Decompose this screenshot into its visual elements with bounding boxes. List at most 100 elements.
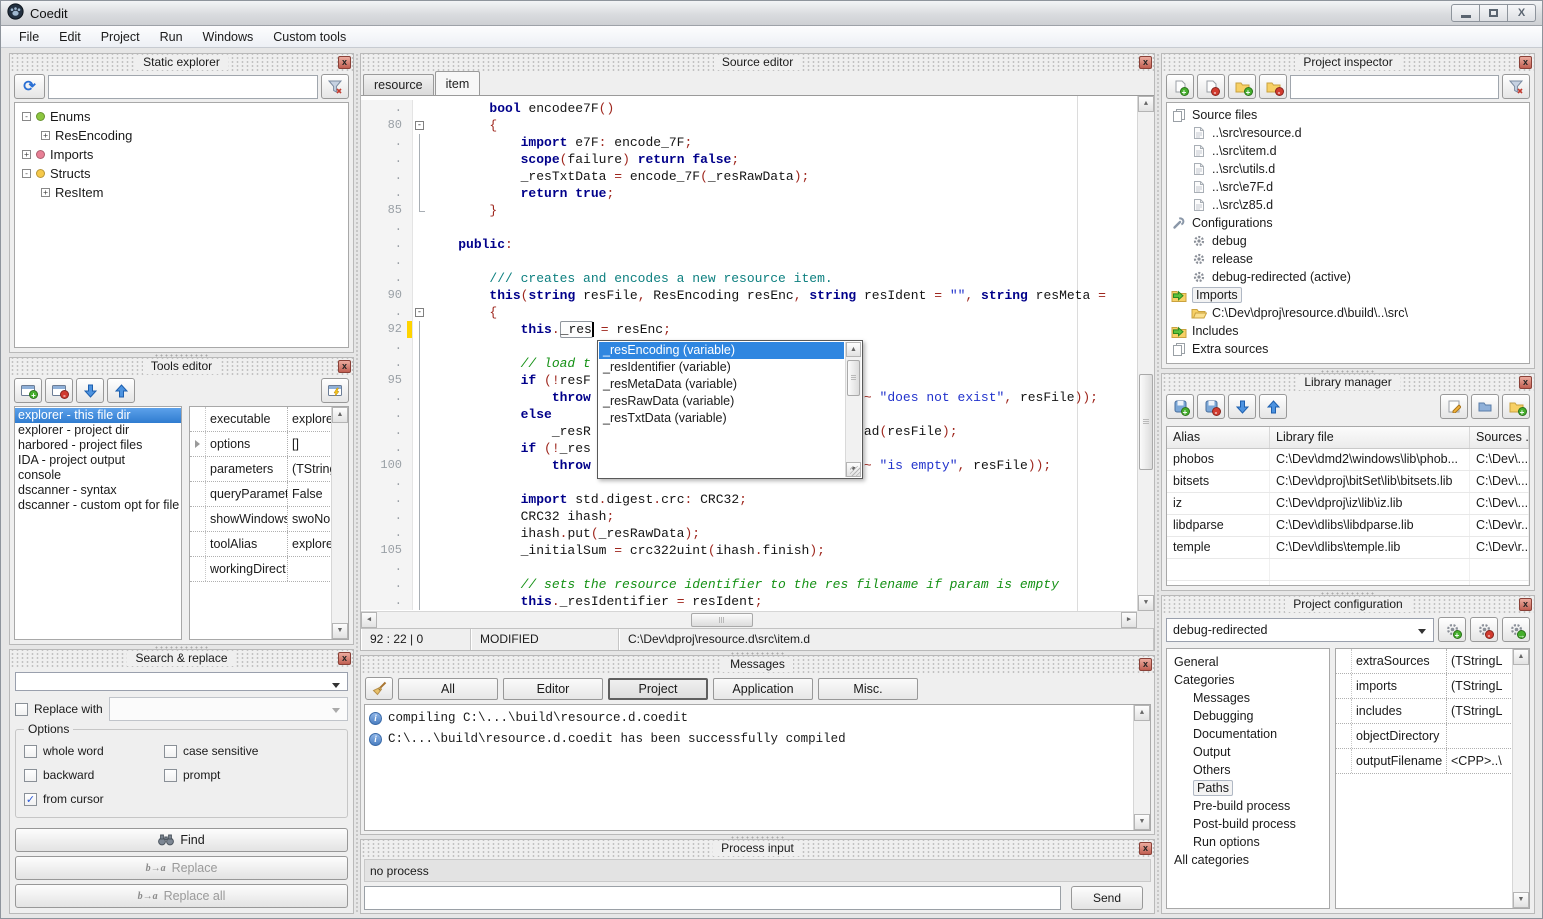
scroll-up-icon[interactable]: ▲ bbox=[1513, 649, 1529, 665]
project-tree-item-debug[interactable]: debug bbox=[1167, 232, 1529, 250]
editor-vertical-scrollbar[interactable]: ▲ ▼ bbox=[1137, 96, 1154, 611]
resize-grip[interactable] bbox=[850, 466, 861, 477]
property-row-extrasources[interactable]: extraSources(TStringL bbox=[1336, 649, 1529, 674]
move-library-down-button[interactable] bbox=[1228, 394, 1256, 419]
tool-item-console[interactable]: console bbox=[15, 468, 181, 483]
whole-word-checkbox[interactable] bbox=[24, 745, 37, 758]
expand-icon[interactable]: + bbox=[41, 131, 50, 140]
scroll-down-icon[interactable]: ▼ bbox=[1513, 892, 1529, 908]
close-panel-icon[interactable]: x bbox=[338, 360, 351, 373]
message-filter-editor[interactable]: Editor bbox=[503, 678, 603, 700]
clear-messages-button[interactable] bbox=[365, 677, 393, 700]
project-tree-item-extra-sources[interactable]: Extra sources bbox=[1167, 340, 1529, 358]
close-panel-icon[interactable]: x bbox=[1519, 376, 1532, 389]
message-row[interactable]: iC:\...\build\resource.d.coedit has been… bbox=[369, 729, 1130, 750]
column-header-sources[interactable]: Sources ... bbox=[1470, 427, 1529, 448]
project-tree-item-src-item-d[interactable]: ..\src\item.d bbox=[1167, 142, 1529, 160]
property-row-objectdirectory[interactable]: objectDirectory bbox=[1336, 724, 1529, 749]
project-tree-item-release[interactable]: release bbox=[1167, 250, 1529, 268]
clear-filter-button[interactable] bbox=[1502, 74, 1530, 99]
property-row-executable[interactable]: executableexplorer bbox=[190, 407, 348, 432]
collapse-icon[interactable]: - bbox=[22, 169, 31, 178]
scrollbar-thumb[interactable] bbox=[847, 360, 860, 396]
category-post-build-process[interactable]: Post-build process bbox=[1167, 815, 1329, 833]
completion-item-residentifier-variable[interactable]: _resIdentifier (variable) bbox=[599, 359, 844, 376]
replace-with-combo[interactable] bbox=[109, 697, 348, 721]
library-row-phobos[interactable]: phobosC:\Dev\dmd2\windows\lib\phob...C:\… bbox=[1167, 449, 1529, 471]
scroll-down-icon[interactable]: ▼ bbox=[1138, 595, 1154, 611]
remove-tool-button[interactable]: - bbox=[45, 378, 73, 403]
menu-item-edit[interactable]: Edit bbox=[49, 27, 91, 47]
messages-scrollbar[interactable]: ▲ ▼ bbox=[1133, 705, 1150, 830]
code-editor[interactable]: . bool encodee7F()80- {. import e7F: enc… bbox=[361, 95, 1154, 628]
category-all-categories[interactable]: All categories bbox=[1167, 851, 1329, 869]
open-library-folder-button[interactable]: + bbox=[1502, 394, 1530, 419]
tool-item-dscanner-custom-opt-for-file[interactable]: dscanner - custom opt for file bbox=[15, 498, 181, 513]
tab-item[interactable]: item bbox=[435, 71, 481, 95]
category-run-options[interactable]: Run options bbox=[1167, 833, 1329, 851]
message-filter-application[interactable]: Application bbox=[713, 678, 813, 700]
clear-filter-button[interactable] bbox=[321, 74, 349, 99]
scrollbar-thumb[interactable] bbox=[691, 613, 753, 627]
close-button[interactable]: X bbox=[1507, 4, 1536, 22]
editor-horizontal-scrollbar[interactable]: ◀ ▶ bbox=[361, 611, 1137, 628]
property-row-includes[interactable]: includes(TStringL bbox=[1336, 699, 1529, 724]
properties-scrollbar[interactable]: ▲▼ bbox=[331, 407, 348, 639]
project-tree-item-c-dev-dproj-resource-d-build-src[interactable]: C:\Dev\dproj\resource.d\build\..\src\ bbox=[1167, 304, 1529, 322]
expand-icon[interactable]: + bbox=[41, 188, 50, 197]
find-button[interactable]: Find bbox=[15, 828, 348, 852]
splitter[interactable] bbox=[1161, 369, 1535, 373]
fold-collapse-icon[interactable]: - bbox=[415, 121, 424, 130]
send-button[interactable]: Send bbox=[1071, 886, 1143, 910]
add-configuration-button[interactable]: + bbox=[1438, 617, 1466, 642]
category-debugging[interactable]: Debugging bbox=[1167, 707, 1329, 725]
property-row-workingdirect[interactable]: workingDirect bbox=[190, 557, 348, 582]
menu-item-windows[interactable]: Windows bbox=[193, 27, 264, 47]
property-row-outputfilename[interactable]: outputFilename<CPP>..\ bbox=[1336, 749, 1529, 774]
edit-library-button[interactable] bbox=[1440, 394, 1468, 419]
project-tree-item-src-resource-d[interactable]: ..\src\resource.d bbox=[1167, 124, 1529, 142]
scroll-up-icon[interactable]: ▲ bbox=[846, 342, 861, 357]
scroll-right-icon[interactable]: ▶ bbox=[1121, 612, 1137, 628]
clone-configuration-button[interactable]: → bbox=[1502, 617, 1530, 642]
project-tree-item-debug-redirected-active[interactable]: debug-redirected (active) bbox=[1167, 268, 1529, 286]
process-input-field[interactable] bbox=[364, 886, 1061, 910]
expand-icon[interactable]: + bbox=[22, 150, 31, 159]
column-header-library-file[interactable]: Library file bbox=[1270, 427, 1470, 448]
tab-resource[interactable]: resource bbox=[363, 74, 434, 95]
project-tree-item-src-e7f-d[interactable]: ..\src\e7F.d bbox=[1167, 178, 1529, 196]
menu-item-run[interactable]: Run bbox=[150, 27, 193, 47]
tree-item-resitem[interactable]: +ResItem bbox=[15, 183, 348, 202]
add-file-button[interactable]: + bbox=[1166, 74, 1194, 99]
property-row-showwindows[interactable]: showWindowsswoNone bbox=[190, 507, 348, 532]
message-filter-project[interactable]: Project bbox=[608, 678, 708, 700]
completion-scrollbar[interactable]: ▲▼ bbox=[845, 342, 861, 477]
category-categories[interactable]: Categories bbox=[1167, 671, 1329, 689]
replace-button[interactable]: b→a Replace bbox=[15, 856, 348, 880]
close-panel-icon[interactable]: x bbox=[1139, 658, 1152, 671]
message-filter-all[interactable]: All bbox=[398, 678, 498, 700]
category-messages[interactable]: Messages bbox=[1167, 689, 1329, 707]
scroll-up-icon[interactable]: ▲ bbox=[1138, 96, 1154, 112]
completion-item-resrawdata-variable[interactable]: _resRawData (variable) bbox=[599, 393, 844, 410]
library-row-libdparse[interactable]: libdparseC:\Dev\dlibs\libdparse.libC:\De… bbox=[1167, 515, 1529, 537]
add-library-from-project-button[interactable] bbox=[1471, 394, 1499, 419]
scroll-down-icon[interactable]: ▼ bbox=[1134, 814, 1150, 830]
menu-item-custom-tools[interactable]: Custom tools bbox=[263, 27, 356, 47]
category-output[interactable]: Output bbox=[1167, 743, 1329, 761]
category-documentation[interactable]: Documentation bbox=[1167, 725, 1329, 743]
splitter[interactable] bbox=[9, 353, 354, 357]
restore-button[interactable] bbox=[1479, 4, 1508, 22]
minimize-button[interactable] bbox=[1451, 4, 1480, 22]
remove-configuration-button[interactable]: - bbox=[1470, 617, 1498, 642]
add-library-button[interactable]: + bbox=[1166, 394, 1194, 419]
replace-with-checkbox[interactable] bbox=[15, 703, 28, 716]
remove-library-button[interactable]: - bbox=[1197, 394, 1225, 419]
expand-arrow-icon[interactable] bbox=[195, 440, 200, 448]
scrollbar-thumb[interactable] bbox=[1139, 374, 1153, 470]
property-row-imports[interactable]: imports(TStringL bbox=[1336, 674, 1529, 699]
message-filter-misc[interactable]: Misc. bbox=[818, 678, 918, 700]
refresh-button[interactable]: ⟳ bbox=[14, 74, 45, 99]
fold-collapse-icon[interactable]: - bbox=[415, 308, 424, 317]
move-library-up-button[interactable] bbox=[1259, 394, 1287, 419]
